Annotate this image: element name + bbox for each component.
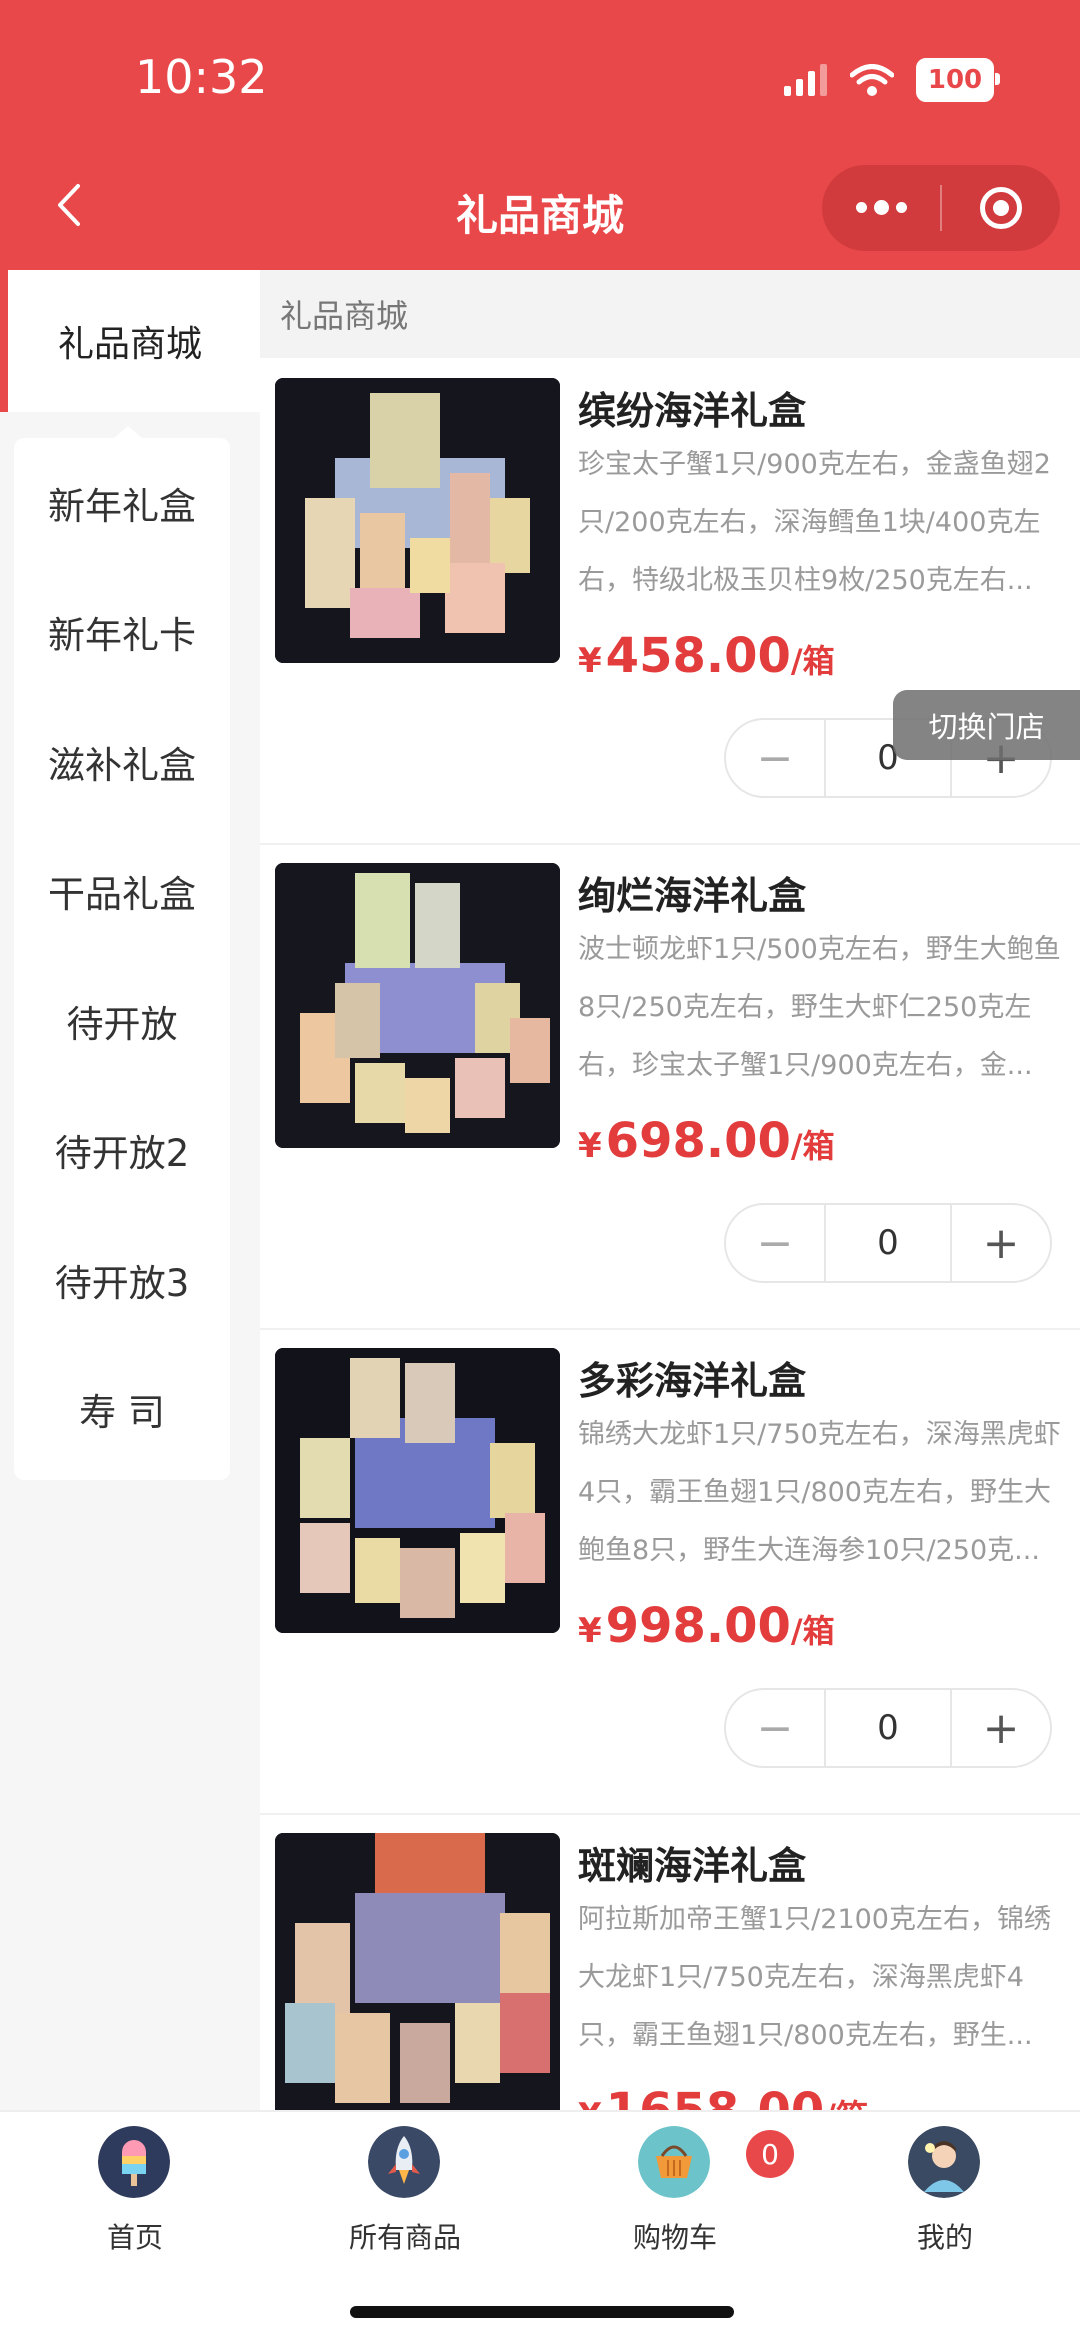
decrement-button[interactable]: −: [726, 720, 824, 796]
sidebar-item[interactable]: 待开放: [14, 956, 230, 1086]
product-card[interactable]: 斑斓海洋礼盒 阿拉斯加帝王蟹1只/2100克左右，锦绣大龙虾1只/750克左右，…: [260, 1813, 1080, 2110]
quantity-stepper: − 0 +: [724, 1203, 1052, 1283]
sidebar-item[interactable]: 新年礼卡: [14, 568, 230, 698]
currency-symbol: ¥: [578, 2096, 602, 2110]
basket-icon: [638, 2126, 710, 2198]
product-card[interactable]: 绚烂海洋礼盒 波士顿龙虾1只/500克左右，野生大鲍鱼8只/250克左右，野生大…: [260, 843, 1080, 1330]
gift-box-photo: [275, 1833, 560, 2110]
sidebar-item[interactable]: 待开放3: [14, 1215, 230, 1345]
sidebar-item[interactable]: 待开放2: [14, 1086, 230, 1216]
product-price: ¥ 998.00 /箱: [578, 1598, 835, 1654]
gift-box-photo: [275, 378, 560, 663]
product-title: 缤纷海洋礼盒: [578, 389, 807, 433]
rocket-icon: [368, 2126, 440, 2198]
cart-badge: 0: [746, 2130, 794, 2178]
product-image[interactable]: [275, 1833, 560, 2110]
sidebar-submenu: 新年礼盒 新年礼卡 滋补礼盒 干品礼盒 待开放 待开放2 待开放3 寿 司: [14, 426, 230, 1480]
currency-symbol: ¥: [578, 1611, 602, 1651]
price-value: 698.00: [605, 1113, 791, 1169]
tab-label: 购物车: [632, 2221, 717, 2254]
product-price: ¥ 698.00 /箱: [578, 1113, 835, 1169]
quantity-stepper: − 0 +: [724, 1688, 1052, 1768]
status-time: 10:32: [135, 50, 268, 104]
switch-store-button[interactable]: 切换门店: [893, 690, 1080, 760]
close-miniapp-button[interactable]: [942, 165, 1060, 251]
category-sidebar: 礼品商城 新年礼盒 新年礼卡 滋补礼盒 干品礼盒 待开放 待开放2 待开放3 寿…: [0, 270, 260, 2110]
breadcrumb: 礼品商城: [260, 270, 1080, 358]
price-unit: /箱: [790, 1612, 835, 1650]
increment-button[interactable]: +: [952, 1205, 1050, 1281]
tab-profile[interactable]: 我的: [810, 2112, 1080, 2262]
product-price: ¥ 458.00 /箱: [578, 628, 835, 684]
product-card[interactable]: 缤纷海洋礼盒 珍宝太子蟹1只/900克左右，金盏鱼翅2只/200克左右，深海鳕鱼…: [260, 358, 1080, 845]
home-indicator: [350, 2306, 734, 2318]
miniapp-capsule: [822, 165, 1060, 251]
gift-box-photo: [275, 863, 560, 1148]
tab-all-products[interactable]: 所有商品: [270, 2112, 540, 2262]
product-price: ¥ 1658.00 /箱: [578, 2083, 868, 2110]
sidebar-item[interactable]: 滋补礼盒: [14, 697, 230, 827]
target-icon: [980, 187, 1022, 229]
price-unit: /箱: [790, 642, 835, 680]
wifi-icon: [850, 64, 894, 96]
product-description: 珍宝太子蟹1只/900克左右，金盏鱼翅2只/200克左右，深海鳕鱼1块/400克…: [578, 449, 1051, 596]
product-description: 阿拉斯加帝王蟹1只/2100克左右，锦绣大龙虾1只/750克左右，深海黑虎虾4只…: [578, 1904, 1051, 2051]
increment-button[interactable]: +: [952, 1690, 1050, 1766]
tab-label: 首页: [106, 2221, 163, 2254]
product-title: 绚烂海洋礼盒: [578, 874, 807, 918]
product-image[interactable]: [275, 863, 560, 1148]
more-button[interactable]: [822, 165, 940, 251]
sidebar-item-active[interactable]: 礼品商城: [0, 270, 260, 412]
product-card[interactable]: 多彩海洋礼盒 锦绣大龙虾1只/750克左右，深海黑虎虾4只，霸王鱼翅1只/800…: [260, 1328, 1080, 1815]
product-list-panel: 礼品商城 缤纷海洋礼盒 珍宝太子蟹1只/900克左右，金盏鱼翅2只/200克左右…: [260, 270, 1080, 2110]
product-description: 锦绣大龙虾1只/750克左右，深海黑虎虾4只，霸王鱼翅1只/800克左右，野生大…: [578, 1419, 1061, 1566]
product-title: 多彩海洋礼盒: [578, 1359, 807, 1403]
sidebar-item[interactable]: 干品礼盒: [14, 827, 230, 957]
tab-label: 所有商品: [348, 2221, 461, 2254]
signal-icon: [784, 64, 827, 96]
product-description: 波士顿龙虾1只/500克左右，野生大鲍鱼8只/250克左右，野生大虾仁250克左…: [578, 934, 1061, 1081]
price-unit: /箱: [824, 2091, 868, 2110]
tab-label: 我的: [916, 2221, 973, 2254]
user-avatar-icon: [908, 2126, 980, 2198]
popsicle-icon: [98, 2126, 170, 2198]
status-icons: 100: [784, 58, 1000, 102]
header: 10:32 100 礼品商城: [0, 0, 1080, 270]
price-unit: /箱: [790, 1127, 835, 1165]
product-image[interactable]: [275, 378, 560, 663]
product-title: 斑斓海洋礼盒: [578, 1844, 807, 1888]
decrement-button[interactable]: −: [726, 1690, 824, 1766]
quantity-value[interactable]: 0: [824, 1205, 952, 1281]
currency-symbol: ¥: [578, 1126, 602, 1166]
quantity-value[interactable]: 0: [824, 1690, 952, 1766]
price-value: 458.00: [605, 628, 791, 684]
decrement-button[interactable]: −: [726, 1205, 824, 1281]
battery-indicator: 100: [916, 58, 1000, 102]
currency-symbol: ¥: [578, 641, 602, 681]
price-value: 998.00: [605, 1598, 791, 1654]
more-dots-icon: [855, 199, 907, 215]
product-image[interactable]: [275, 1348, 560, 1633]
price-value: 1658.00: [606, 2083, 825, 2110]
tab-home[interactable]: 首页: [0, 2112, 270, 2262]
sidebar-item[interactable]: 新年礼盒: [14, 438, 230, 568]
sidebar-item[interactable]: 寿 司: [14, 1345, 230, 1475]
gift-box-photo: [275, 1348, 560, 1633]
